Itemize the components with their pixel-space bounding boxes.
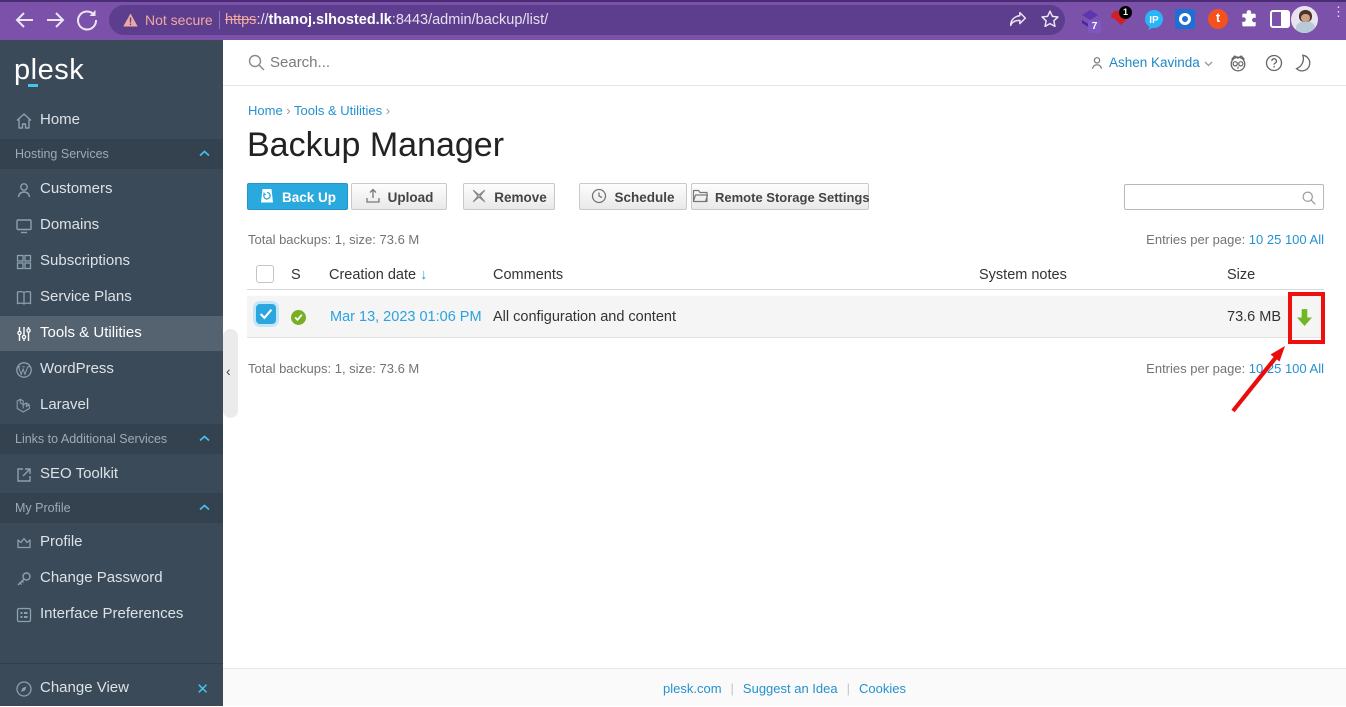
svg-text:IP: IP <box>1149 15 1159 26</box>
